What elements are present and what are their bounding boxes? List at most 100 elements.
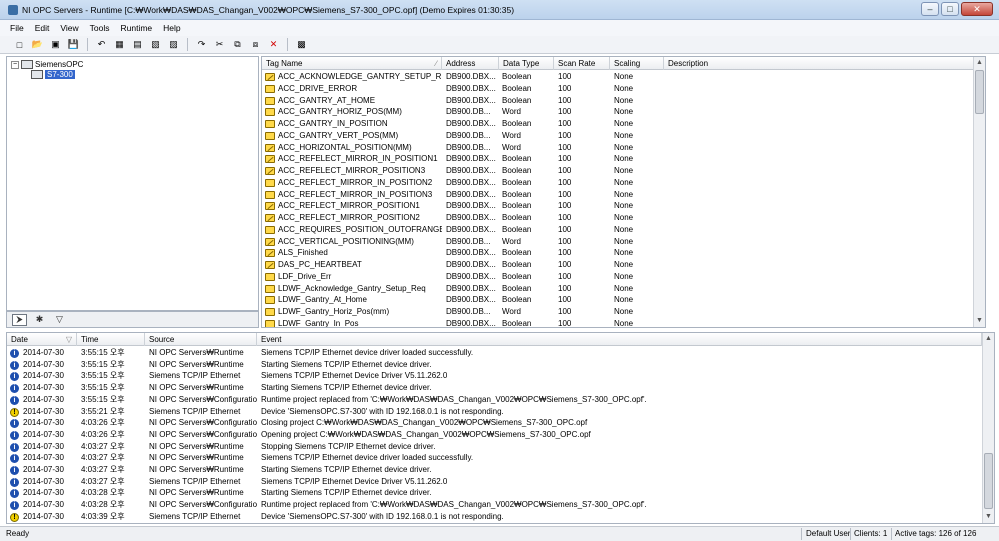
log-time-cell: 4:03:27 오후 [81, 476, 125, 486]
new-tag-icon[interactable]: ▨ [166, 38, 181, 52]
table-row[interactable]: LDWF_Gantry_In_Pos DB900.DBX... Boolean 100… [262, 318, 985, 327]
column-data-type[interactable]: Data Type [499, 57, 554, 70]
table-row[interactable]: ACC_REFLECT_MIRROR_IN_POSITION3 DB900.DBX… [262, 189, 985, 201]
maximize-button[interactable]: □ [941, 2, 959, 16]
table-row[interactable]: ACC_GANTRY_HORIZ_POS(MM) DB900.DB... Word 1… [262, 106, 985, 118]
menu-edit[interactable]: Edit [35, 23, 50, 33]
tag-address-cell: DB900.DBX... [446, 154, 496, 164]
menu-runtime[interactable]: Runtime [120, 23, 152, 33]
table-row[interactable]: LDF_Drive_Err DB900.DBX... Boolean 100 None [262, 271, 985, 283]
paste-icon[interactable]: ⧈ [248, 38, 263, 52]
column-tag-name[interactable]: Tag Name ∕ [262, 57, 442, 70]
table-row[interactable]: ACC_VERTICAL_POSITIONING(MM) DB900.DB... W… [262, 236, 985, 248]
list-item[interactable]: i 2014-07-30 4:03:27 오후 NI OPC Servers₩Runt… [7, 464, 994, 476]
tag-table-scrollbar[interactable]: ▲ ▼ [973, 57, 985, 327]
table-row[interactable]: ALS_Finished DB900.DBX... Boolean 100 None [262, 247, 985, 259]
log-date-cell: 2014-07-30 [23, 371, 64, 381]
list-item[interactable]: i 2014-07-30 3:55:15 오후 NI OPC Servers₩Runt… [7, 382, 994, 394]
scroll-down-icon[interactable]: ▼ [983, 511, 994, 523]
scroll-thumb[interactable] [984, 453, 993, 509]
log-time-cell: 4:03:26 오후 [81, 429, 125, 439]
scroll-up-icon[interactable]: ▲ [974, 57, 985, 69]
list-item[interactable]: i 2014-07-30 4:03:26 오후 NI OPC Servers₩Conf… [7, 429, 994, 441]
column-source[interactable]: Source [145, 333, 257, 346]
list-item[interactable]: i 2014-07-30 4:03:27 오후 NI OPC Servers₩Runt… [7, 452, 994, 464]
new-device-icon[interactable]: ▤ [130, 38, 145, 52]
quick-client-icon[interactable]: ▩ [294, 38, 309, 52]
sort-indicator-icon: ∕ [435, 59, 437, 68]
column-address[interactable]: Address [442, 57, 499, 70]
log-event-cell: Starting Siemens TCP/IP Ethernet device … [261, 359, 432, 369]
list-item[interactable]: i 2014-07-30 4:03:27 오후 Siemens TCP/IP Ethe… [7, 476, 994, 488]
open-folder-icon[interactable]: 📂 [30, 38, 45, 52]
device-icon [31, 70, 43, 79]
close-button[interactable]: ✕ [961, 2, 993, 16]
log-date-cell: 2014-07-30 [23, 476, 64, 486]
list-item[interactable]: ! 2014-07-30 3:55:21 오후 Siemens TCP/IP Ethe… [7, 406, 994, 418]
log-time-cell: 3:55:15 오후 [81, 394, 125, 404]
users-view-tab-icon[interactable]: ✱ [32, 314, 47, 326]
table-row[interactable]: ACC_REFELECT_MIRROR_IN_POSITION1 DB900.DB… [262, 153, 985, 165]
list-item[interactable]: i 2014-07-30 4:03:26 오후 NI OPC Servers₩Conf… [7, 417, 994, 429]
table-row[interactable]: LDWF_Gantry_Horiz_Pos(mm) DB900.DB... Word… [262, 306, 985, 318]
list-item[interactable]: i 2014-07-30 4:03:27 오후 NI OPC Servers₩Runt… [7, 441, 994, 453]
save-icon[interactable]: ▣ [48, 38, 63, 52]
menu-help[interactable]: Help [163, 23, 180, 33]
event-log-scrollbar[interactable]: ▲ ▼ [982, 333, 994, 523]
list-item[interactable]: i 2014-07-30 3:55:15 오후 Siemens TCP/IP Ethe… [7, 370, 994, 382]
cut-icon[interactable]: ✂ [212, 38, 227, 52]
table-row[interactable]: ACC_GANTRY_VERT_POS(MM) DB900.DB... Word 10… [262, 130, 985, 142]
menu-view[interactable]: View [60, 23, 78, 33]
table-row[interactable]: ACC_DRIVE_ERROR DB900.DBX... Boolean 100 Non… [262, 83, 985, 95]
table-row[interactable]: ACC_REFLECT_MIRROR_POSITION1 DB900.DBX...… [262, 200, 985, 212]
table-row[interactable]: ACC_REFLECT_MIRROR_POSITION2 DB900.DBX...… [262, 212, 985, 224]
menu-tools[interactable]: Tools [90, 23, 110, 33]
column-scan-rate[interactable]: Scan Rate [554, 57, 610, 70]
column-event[interactable]: Event [257, 333, 982, 346]
minimize-button[interactable]: – [921, 2, 939, 16]
project-view-tab-icon[interactable]: ⮞ [12, 313, 27, 326]
tag-data-type-cell: Boolean [502, 295, 532, 305]
undo-icon[interactable]: ↶ [94, 38, 109, 52]
menu-file[interactable]: File [10, 23, 24, 33]
tree-node-s7-300[interactable]: S7-300 [31, 70, 75, 79]
list-item[interactable]: i 2014-07-30 4:03:28 오후 NI OPC Servers₩Conf… [7, 499, 994, 511]
table-row[interactable]: ACC_GANTRY_AT_HOME DB900.DBX... Boolean 100… [262, 95, 985, 107]
column-description[interactable]: Description [664, 57, 975, 70]
list-item[interactable]: ! 2014-07-30 4:03:39 오후 Siemens TCP/IP Ethe… [7, 511, 994, 523]
tree-node-siemensopc[interactable]: − SiemensOPC [11, 60, 83, 69]
list-item[interactable]: i 2014-07-30 3:55:15 오후 NI OPC Servers₩Runt… [7, 359, 994, 371]
redo-icon[interactable]: ↷ [194, 38, 209, 52]
table-row[interactable]: LDWF_Acknowledge_Gantry_Setup_Req DB900.D… [262, 283, 985, 295]
list-item[interactable]: i 2014-07-30 3:55:15 오후 NI OPC Servers₩Runt… [7, 347, 994, 359]
table-row[interactable]: ACC_REFLECT_MIRROR_IN_POSITION2 DB900.DBX… [262, 177, 985, 189]
table-row[interactable]: ACC_HORIZONTAL_POSITION(MM) DB900.DB... Wo… [262, 142, 985, 154]
info-icon: i [10, 372, 19, 382]
new-project-icon[interactable]: □ [12, 38, 27, 52]
column-scaling[interactable]: Scaling [610, 57, 664, 70]
scroll-down-icon[interactable]: ▼ [974, 315, 985, 327]
scroll-up-icon[interactable]: ▲ [983, 333, 994, 345]
tag-scan-rate-cell: 100 [558, 201, 572, 211]
scroll-thumb[interactable] [975, 70, 984, 114]
table-row[interactable]: ACC_ACKNOWLEDGE_GANTRY_SETUP_REQ DB900.DB… [262, 71, 985, 83]
table-row[interactable]: DAS_PC_HEARTBEAT DB900.DBX... Boolean 100 No… [262, 259, 985, 271]
save-as-icon[interactable]: 💾 [66, 38, 81, 52]
tag-name-cell: LDWF_Acknowledge_Gantry_Setup_Req [278, 283, 426, 293]
list-item[interactable]: i 2014-07-30 4:03:28 오후 NI OPC Servers₩Runt… [7, 487, 994, 499]
info-icon: i [10, 384, 19, 394]
copy-icon[interactable]: ⧉ [230, 38, 245, 52]
tree-expander[interactable]: − [11, 60, 19, 69]
table-row[interactable]: LDWF_Gantry_At_Home DB900.DBX... Boolean 10… [262, 294, 985, 306]
column-date[interactable]: Date ▽ [7, 333, 77, 346]
delete-icon[interactable]: ✕ [266, 38, 281, 52]
alias-view-tab-icon[interactable]: ▽ [52, 314, 67, 326]
new-tag-group-icon[interactable]: ▧ [148, 38, 163, 52]
tag-scaling-cell: None [614, 95, 634, 105]
new-channel-icon[interactable]: ▦ [112, 38, 127, 52]
table-row[interactable]: ACC_REQUIRES_POSITION_OUTOFRANGE DB900.DB… [262, 224, 985, 236]
list-item[interactable]: i 2014-07-30 3:55:15 오후 NI OPC Servers₩Conf… [7, 394, 994, 406]
table-row[interactable]: ACC_GANTRY_IN_POSITION DB900.DBX... Boolea… [262, 118, 985, 130]
table-row[interactable]: ACC_REFELECT_MIRROR_POSITION3 DB900.DBX..… [262, 165, 985, 177]
column-time[interactable]: Time [77, 333, 145, 346]
